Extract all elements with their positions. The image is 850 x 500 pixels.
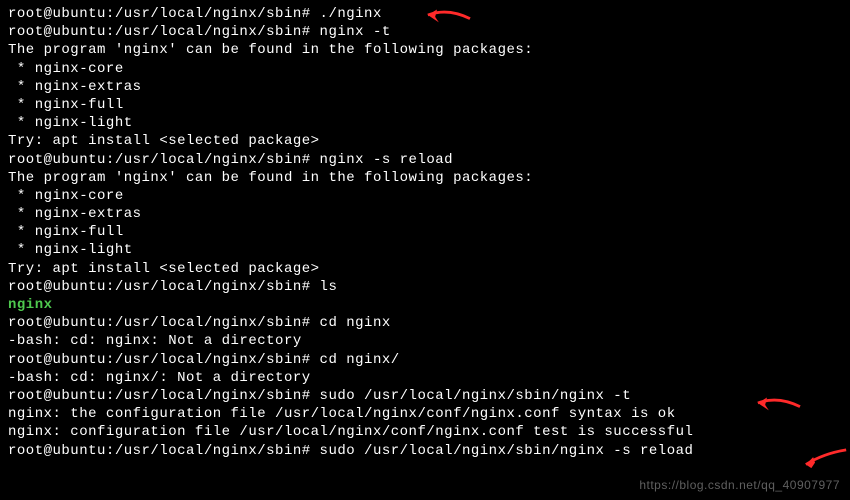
- terminal-line: * nginx-full: [8, 96, 842, 114]
- terminal-line: Try: apt install <selected package>: [8, 260, 842, 278]
- terminal-line: root@ubuntu:/usr/local/nginx/sbin# sudo …: [8, 387, 842, 405]
- terminal-line: -bash: cd: nginx/: Not a directory: [8, 369, 842, 387]
- terminal-line: root@ubuntu:/usr/local/nginx/sbin# nginx…: [8, 23, 842, 41]
- terminal-output: root@ubuntu:/usr/local/nginx/sbin# ./ngi…: [8, 5, 842, 460]
- terminal-line: * nginx-extras: [8, 205, 842, 223]
- terminal-line: * nginx-core: [8, 187, 842, 205]
- terminal-line: * nginx-extras: [8, 78, 842, 96]
- terminal-line: -bash: cd: nginx: Not a directory: [8, 332, 842, 350]
- terminal-line: Try: apt install <selected package>: [8, 132, 842, 150]
- terminal-line: root@ubuntu:/usr/local/nginx/sbin# nginx…: [8, 151, 842, 169]
- terminal-line: * nginx-full: [8, 223, 842, 241]
- terminal-line: root@ubuntu:/usr/local/nginx/sbin# cd ng…: [8, 314, 842, 332]
- terminal-line: nginx: the configuration file /usr/local…: [8, 405, 842, 423]
- terminal-line: root@ubuntu:/usr/local/nginx/sbin# sudo …: [8, 442, 842, 460]
- watermark-text: https://blog.csdn.net/qq_40907977: [639, 478, 840, 494]
- terminal-line: The program 'nginx' can be found in the …: [8, 169, 842, 187]
- terminal-line: root@ubuntu:/usr/local/nginx/sbin# ls: [8, 278, 842, 296]
- terminal-line: * nginx-light: [8, 114, 842, 132]
- terminal-line: nginx: [8, 296, 842, 314]
- terminal-line: root@ubuntu:/usr/local/nginx/sbin# ./ngi…: [8, 5, 842, 23]
- terminal-line: nginx: configuration file /usr/local/ngi…: [8, 423, 842, 441]
- terminal-line: root@ubuntu:/usr/local/nginx/sbin# cd ng…: [8, 351, 842, 369]
- terminal-line: The program 'nginx' can be found in the …: [8, 41, 842, 59]
- terminal-line: * nginx-core: [8, 60, 842, 78]
- terminal-line: * nginx-light: [8, 241, 842, 259]
